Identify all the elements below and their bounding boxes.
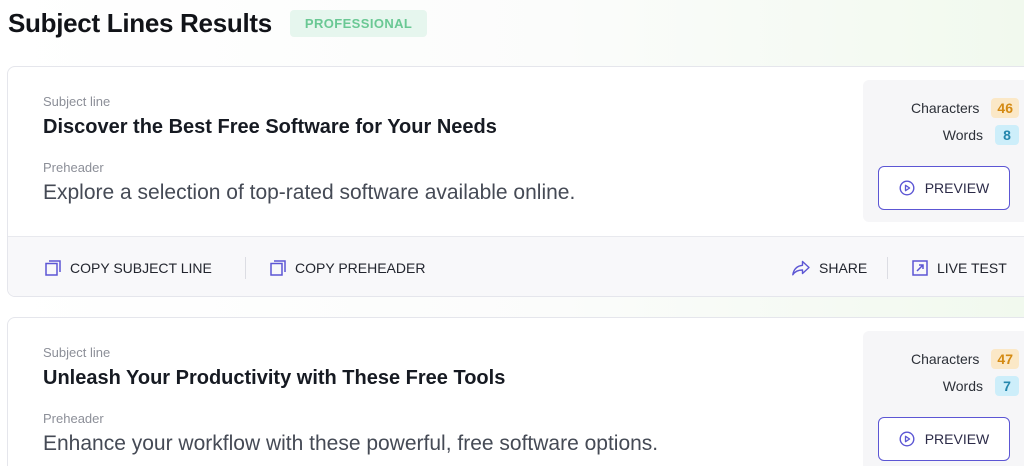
words-count: 8 xyxy=(995,125,1019,145)
copy-subject-line-label: COPY SUBJECT LINE xyxy=(70,259,212,276)
characters-stat: Characters 46 xyxy=(911,98,1019,118)
subject-line-text: Discover the Best Free Software for Your… xyxy=(43,116,497,138)
stats-panel: Characters 46 Words 8 PREVIEW xyxy=(863,80,1024,222)
live-test-button[interactable]: LIVE TEST xyxy=(911,237,1007,296)
page-title: Subject Lines Results xyxy=(8,7,272,38)
preheader-label: Preheader xyxy=(43,411,104,426)
action-divider xyxy=(887,257,888,279)
copy-subject-line-button[interactable]: COPY SUBJECT LINE xyxy=(44,237,212,296)
characters-label: Characters xyxy=(910,351,980,367)
share-button[interactable]: SHARE xyxy=(791,237,868,296)
play-circle-icon xyxy=(899,431,915,447)
copy-preheader-button[interactable]: COPY PREHEADER xyxy=(269,237,426,296)
preview-button-label: PREVIEW xyxy=(924,180,990,196)
result-card: Subject line Discover the Best Free Soft… xyxy=(7,66,1024,297)
play-circle-icon xyxy=(899,180,915,196)
characters-count: 47 xyxy=(991,349,1019,369)
live-test-label: LIVE TEST xyxy=(937,259,1007,276)
subject-line-text: Unleash Your Productivity with These Fre… xyxy=(43,367,506,389)
page-header: Subject Lines Results PROFESSIONAL xyxy=(8,6,428,40)
action-divider xyxy=(245,257,246,279)
words-count: 7 xyxy=(995,376,1019,396)
words-label: Words xyxy=(942,127,983,143)
words-stat: Words 8 xyxy=(943,125,1019,145)
preview-button[interactable]: PREVIEW xyxy=(878,166,1010,210)
characters-stat: Characters 47 xyxy=(911,349,1019,369)
characters-count: 46 xyxy=(991,98,1019,118)
preheader-text: Explore a selection of top-rated softwar… xyxy=(43,181,576,204)
copy-icon xyxy=(270,259,286,276)
preview-button[interactable]: PREVIEW xyxy=(878,417,1010,461)
characters-label: Characters xyxy=(910,100,980,116)
preheader-label: Preheader xyxy=(43,160,104,175)
result-card-body: Subject line Discover the Best Free Soft… xyxy=(8,67,1024,236)
action-bar: COPY SUBJECT LINE COPY PREHEADER SHARE L… xyxy=(8,236,1024,296)
share-label: SHARE xyxy=(819,259,868,276)
preheader-text: Enhance your workflow with these powerfu… xyxy=(43,432,659,455)
copy-preheader-label: COPY PREHEADER xyxy=(295,259,426,276)
words-stat: Words 7 xyxy=(943,376,1019,396)
words-label: Words xyxy=(942,378,983,394)
result-card-body: Subject line Unleash Your Productivity w… xyxy=(8,318,1024,466)
subject-line-label: Subject line xyxy=(43,345,111,360)
subject-line-label: Subject line xyxy=(43,94,111,109)
plan-badge: PROFESSIONAL xyxy=(289,9,428,37)
preview-button-label: PREVIEW xyxy=(924,431,990,447)
result-card: Subject line Unleash Your Productivity w… xyxy=(7,317,1024,466)
share-arrow-icon xyxy=(792,260,810,275)
stats-panel: Characters 47 Words 7 PREVIEW xyxy=(863,331,1024,466)
external-link-icon xyxy=(912,259,928,276)
copy-icon xyxy=(45,259,61,276)
